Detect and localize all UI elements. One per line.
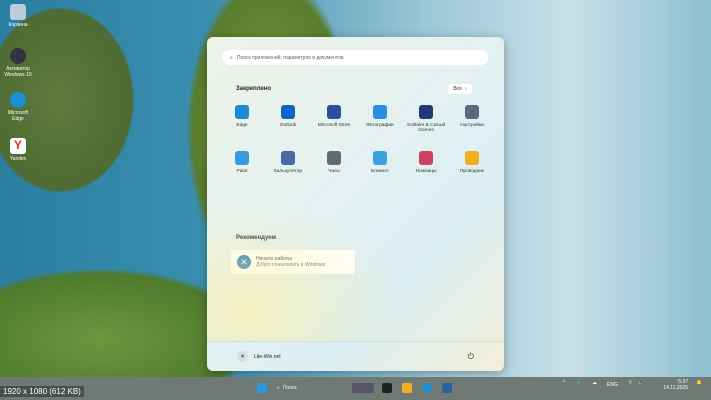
pinned-heading: Закреплено [236, 86, 272, 92]
yandex-icon: Y [10, 138, 26, 154]
activator-icon [10, 48, 26, 64]
pinned-app[interactable]: Проводник [449, 151, 495, 187]
chevron-up-icon[interactable]: ^ [563, 380, 565, 386]
desktop-icon-recycle-bin[interactable]: Корзина [4, 4, 32, 28]
start-footer: ● Lite-Win.net ⏻ [207, 341, 504, 371]
date: 14.11.2025 [663, 385, 688, 391]
pinned-app[interactable]: Часы [311, 151, 357, 187]
start-menu: ⌕ Поиск приложений, параметров и документ… [207, 37, 504, 371]
taskbar-search[interactable]: ⌕ Поиск [277, 382, 337, 394]
app-icon [465, 105, 479, 119]
app-label: Настройки [460, 123, 484, 128]
volume-icon[interactable]: 🔈 [638, 380, 644, 386]
app-icon [281, 151, 295, 165]
network-icon[interactable]: ⌔ [628, 380, 633, 386]
app-icon [235, 151, 249, 165]
file-explorer-icon[interactable] [402, 383, 412, 393]
security-icon[interactable]: ● [577, 380, 580, 386]
notification-bell-icon[interactable]: 🔔 [696, 380, 702, 386]
pinned-app[interactable]: Paint [219, 151, 265, 187]
cloud-icon[interactable]: ☁ [592, 380, 597, 386]
pinned-app[interactable]: Калькулятор [265, 151, 311, 187]
desktop-icon-activator[interactable]: Активатор Windows 10 [4, 48, 32, 78]
task-view-icon[interactable] [382, 383, 392, 393]
app-label: Edge [236, 123, 248, 128]
start-button[interactable] [257, 383, 267, 393]
search-input[interactable]: ⌕ Поиск приложений, параметров и документ… [222, 50, 488, 65]
taskbar-search-label: Поиск [282, 385, 297, 391]
user-name: Lite-Win.net [254, 353, 281, 360]
power-icon[interactable]: ⏻ [468, 352, 474, 362]
get-started-icon: ✕ [237, 255, 251, 269]
recommended-item-get-started[interactable]: ✕ Начало работы Добро пожаловать в Window… [231, 250, 355, 274]
search-placeholder: Поиск приложений, параметров и документо… [236, 54, 344, 61]
app-icon [235, 105, 249, 119]
icon-label: Корзина [8, 22, 28, 28]
rec-subtitle: Добро пожаловать в Windows [256, 262, 326, 268]
app-label: Paint [236, 169, 248, 174]
pinned-app[interactable]: Блокнот [357, 151, 403, 187]
app-icon [281, 105, 295, 119]
pinned-app[interactable]: Outlook [265, 105, 311, 141]
app-label: Solitaire & Casual Games [406, 123, 446, 133]
pinned-app[interactable]: Edge [219, 105, 265, 141]
app-label: Фотографии [366, 123, 394, 128]
app-icon [373, 151, 387, 165]
app-icon [419, 105, 433, 119]
app-label: Ножницы [415, 169, 437, 174]
app-label: Калькулятор [273, 169, 303, 174]
recommended-heading: Рекомендуем [236, 235, 276, 241]
app-label: Часы [328, 169, 340, 174]
user-account-button[interactable]: ● Lite-Win.net [237, 351, 281, 362]
avatar: ● [237, 351, 248, 362]
icon-label: Microsoft Edge [7, 110, 29, 122]
language-indicator[interactable]: ENG [607, 382, 618, 388]
pinned-app[interactable]: Solitaire & Casual Games [403, 105, 449, 141]
store-taskbar-icon[interactable] [442, 383, 452, 393]
image-size-overlay: 1920 x 1080 (612 KB) [0, 386, 84, 397]
app-icon [327, 105, 341, 119]
pinned-apps-grid: Edge Outlook Microsoft Store Фотографии Soli… [219, 105, 495, 187]
desktop-icon-edge[interactable]: Microsoft Edge [4, 92, 32, 122]
clock[interactable]: 5:37 14.11.2025 [660, 379, 688, 391]
icon-label: Yandex [9, 156, 27, 162]
icon-label: Активатор Windows 10 [4, 66, 32, 78]
app-icon [373, 105, 387, 119]
edge-icon [10, 92, 26, 108]
all-label: Все [453, 86, 462, 92]
widgets-icon[interactable] [352, 383, 374, 393]
app-icon [419, 151, 433, 165]
desktop-icon-yandex[interactable]: Y Yandex [4, 138, 32, 162]
app-label: Блокнот [370, 169, 390, 174]
app-label: Outlook [279, 123, 297, 128]
app-label: Проводник [459, 169, 485, 174]
edge-taskbar-icon[interactable] [422, 383, 432, 393]
recycle-bin-icon [10, 4, 26, 20]
pinned-app[interactable]: Настройки [449, 105, 495, 141]
chevron-right-icon: › [464, 86, 467, 92]
pinned-app[interactable]: Microsoft Store [311, 105, 357, 141]
search-icon: ⌕ [230, 54, 233, 61]
app-label: Microsoft Store [317, 123, 351, 128]
all-apps-button[interactable]: Все › [448, 84, 472, 94]
pinned-app[interactable]: Фотографии [357, 105, 403, 141]
pinned-app[interactable]: Ножницы [403, 151, 449, 187]
app-icon [327, 151, 341, 165]
app-icon [465, 151, 479, 165]
search-icon: ⌕ [277, 385, 280, 391]
